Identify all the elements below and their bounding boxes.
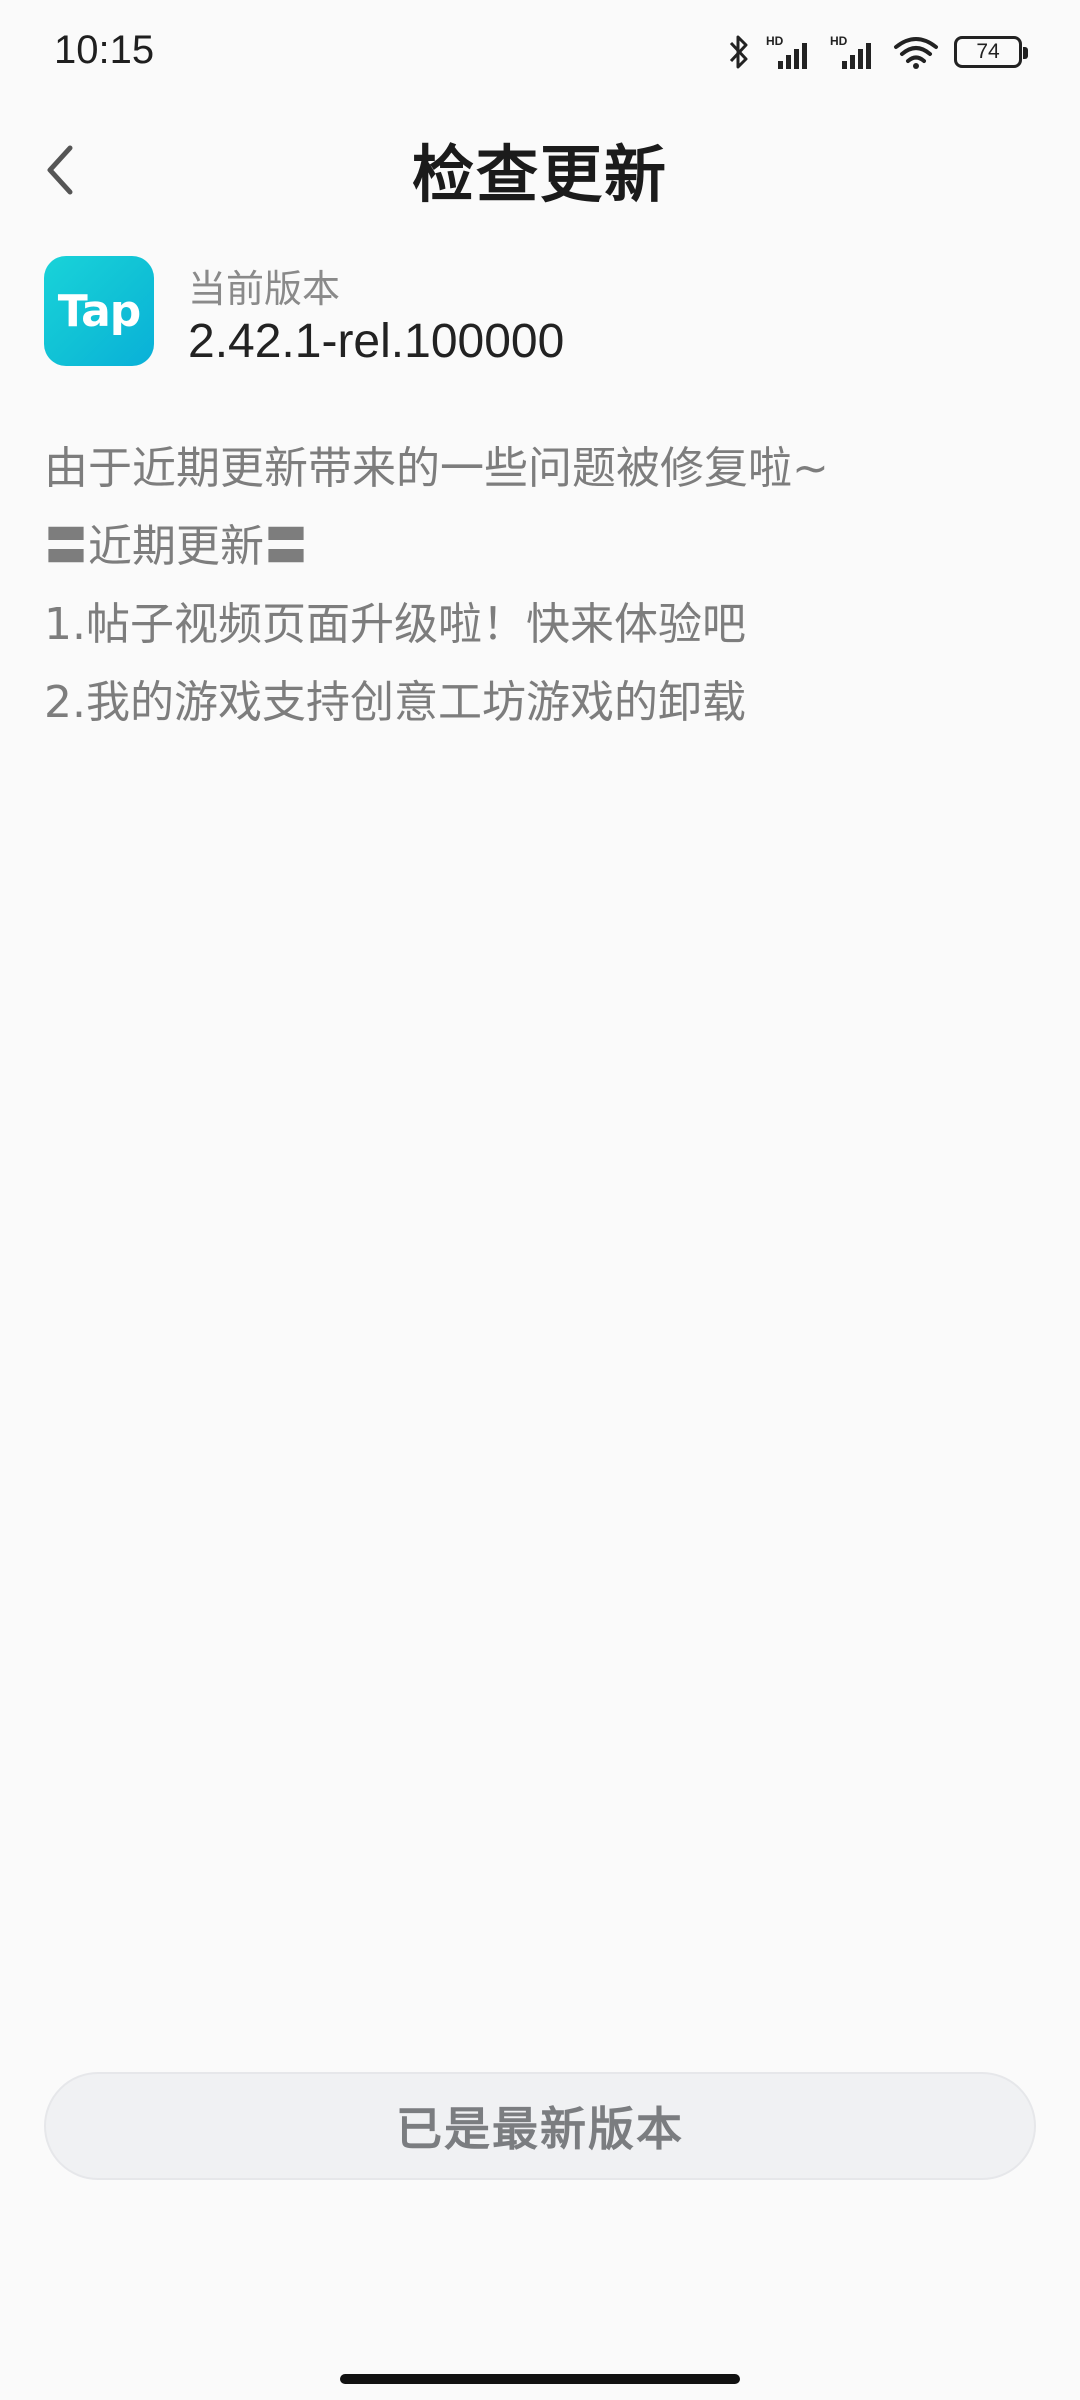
svg-text:HD: HD (830, 34, 848, 48)
svg-text:HD: HD (766, 34, 784, 48)
status-icons: HD HD 74 (728, 30, 1028, 74)
release-note-line: 1.帖子视频页面升级啦！快来体验吧 (44, 599, 746, 650)
current-version: Tap 当前版本 2.42.1-rel.100000 (44, 256, 1034, 376)
version-value: 2.42.1-rel.100000 (188, 315, 565, 368)
bluetooth-icon (728, 33, 750, 71)
status-bar: 10:15 HD HD 74 (0, 0, 1080, 110)
version-label: 当前版本 (188, 267, 341, 311)
release-note-heading: 〓近期更新〓 (44, 521, 308, 572)
latest-version-button[interactable]: 已是最新版本 (44, 2072, 1036, 2180)
release-notes: 由于近期更新带来的一些问题被修复啦~ 〓近期更新〓 1.帖子视频页面升级啦！快来… (44, 430, 1034, 742)
release-note-line: 2.我的游戏支持创意工坊游戏的卸载 (44, 677, 746, 728)
status-time: 10:15 (54, 28, 155, 72)
release-note-line: 由于近期更新带来的一些问题被修复啦~ (44, 443, 829, 494)
page-title: 检查更新 (411, 138, 668, 211)
battery-icon: 74 (954, 36, 1028, 68)
app-logo: Tap (44, 256, 154, 366)
signal-hd-icon: HD (828, 33, 878, 71)
nav-bar: 检查更新 (0, 110, 1080, 240)
home-indicator[interactable] (340, 2374, 740, 2384)
signal-hd-icon: HD (764, 33, 814, 71)
wifi-icon (892, 33, 940, 71)
